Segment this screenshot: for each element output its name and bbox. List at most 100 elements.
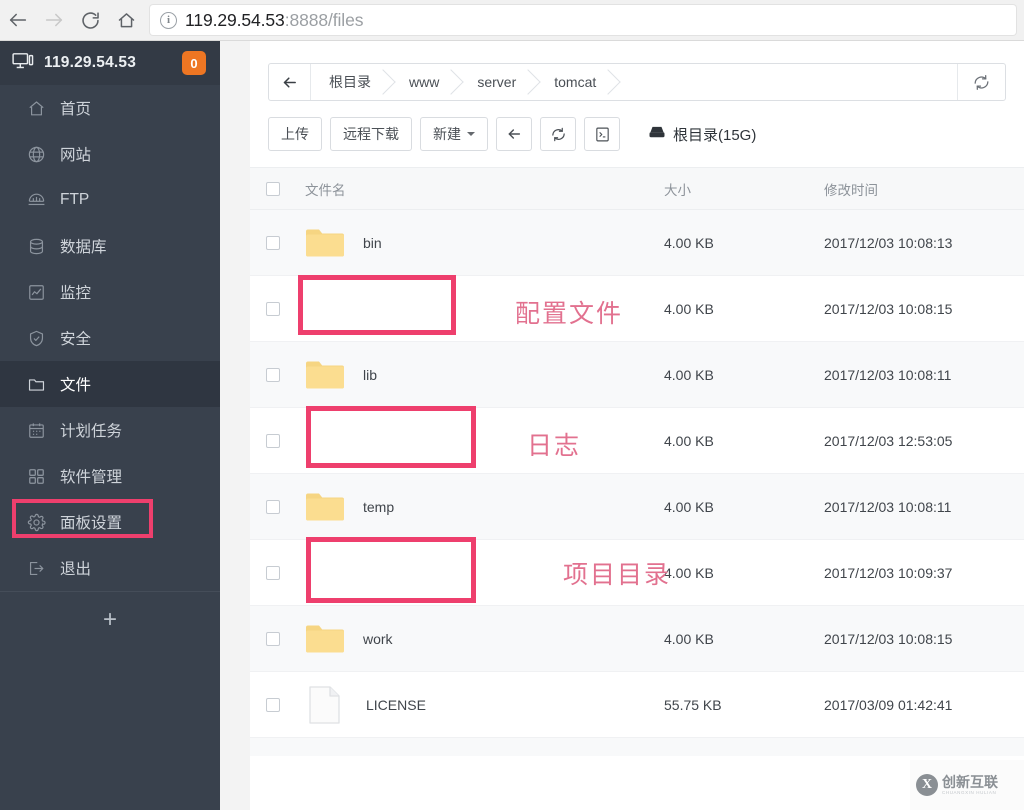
- row-checkbox[interactable]: [266, 697, 280, 712]
- sidebar-item-software[interactable]: 软件管理: [0, 453, 220, 499]
- row-checkbox-cell[interactable]: [250, 631, 296, 646]
- select-all-checkbox-cell[interactable]: [250, 181, 296, 196]
- watermark: X 创新互联 CHUANGXIN HULIAN: [910, 760, 1024, 810]
- row-modified-cell: 2017/03/09 01:42:41: [824, 696, 953, 713]
- sidebar-item-database[interactable]: 数据库: [0, 223, 220, 269]
- sidebar-item-security[interactable]: 安全: [0, 315, 220, 361]
- column-header-size[interactable]: 大小: [664, 179, 824, 199]
- row-name-cell[interactable]: temp: [296, 491, 664, 523]
- row-checkbox[interactable]: [266, 235, 280, 250]
- table-header-row: 文件名 大小 修改时间: [250, 168, 1024, 210]
- row-name-cell[interactable]: work: [296, 623, 664, 655]
- ftp-icon: [26, 190, 46, 210]
- sidebar-item-panel-settings[interactable]: 面板设置: [0, 499, 220, 545]
- breadcrumb-item-www[interactable]: www: [391, 64, 459, 100]
- watermark-text-block: 创新互联 CHUANGXIN HULIAN: [942, 775, 998, 795]
- monitor-chart-icon: [26, 282, 46, 302]
- row-checkbox[interactable]: [266, 433, 280, 448]
- watermark-brand-text: 创新互联: [942, 774, 998, 791]
- file-name-label: work: [363, 630, 393, 647]
- new-button[interactable]: 新建: [420, 117, 488, 151]
- column-header-modified[interactable]: 修改时间: [824, 179, 1024, 199]
- shield-icon: [26, 328, 46, 348]
- breadcrumb-back-button[interactable]: [269, 64, 311, 100]
- row-checkbox[interactable]: [266, 565, 280, 580]
- folder-icon: [305, 359, 345, 391]
- browser-reload-button[interactable]: [72, 2, 108, 38]
- breadcrumb-item-root[interactable]: 根目录: [311, 64, 391, 100]
- browser-back-button[interactable]: [0, 2, 36, 38]
- watermark-logo-icon: X: [916, 774, 938, 796]
- breadcrumb-refresh-icon[interactable]: [957, 64, 1005, 100]
- folder-icon: [305, 227, 345, 259]
- row-modified-cell: 2017/12/03 12:53:05: [824, 432, 953, 449]
- row-size-cell: 55.75 KB: [664, 696, 722, 713]
- url-host-text: 119.29.54.53: [185, 9, 285, 30]
- folder-icon: [26, 374, 46, 394]
- table-row[interactable]: LICENSE 55.75 KB 2017/03/09 01:42:41: [250, 672, 1024, 738]
- row-checkbox-cell[interactable]: [250, 367, 296, 382]
- row-checkbox[interactable]: [266, 499, 280, 514]
- row-checkbox[interactable]: [266, 367, 280, 382]
- row-checkbox-cell[interactable]: [250, 235, 296, 250]
- breadcrumb: 根目录 www server tomcat: [268, 63, 1006, 101]
- column-header-name[interactable]: 文件名: [296, 179, 664, 199]
- terminal-button[interactable]: [584, 117, 620, 151]
- row-checkbox[interactable]: [266, 301, 280, 316]
- database-icon: [26, 236, 46, 256]
- sidebar-item-label: 监控: [60, 285, 92, 302]
- table-row[interactable]: temp 4.00 KB 2017/12/03 10:08:11: [250, 474, 1024, 540]
- logs-highlight-fill: [306, 406, 476, 468]
- row-modified-cell: 2017/12/03 10:08:15: [824, 300, 953, 317]
- sidebar-item-label: 网站: [60, 147, 92, 164]
- toolbar-refresh-button[interactable]: [540, 117, 576, 151]
- sidebar-add-button[interactable]: +: [0, 591, 220, 647]
- breadcrumb-item-tomcat[interactable]: tomcat: [536, 64, 616, 100]
- annotation-webapps: 项目目录: [563, 561, 672, 589]
- sidebar-item-home[interactable]: 首页: [0, 85, 220, 131]
- row-size-cell: 4.00 KB: [664, 300, 714, 317]
- sidebar-item-monitor[interactable]: 监控: [0, 269, 220, 315]
- row-checkbox-cell[interactable]: [250, 433, 296, 448]
- table-row[interactable]: conf 4.00 KB 2017/12/03 10:08:15 配置文件: [250, 275, 1024, 342]
- main-content: 根目录 www server tomcat 上传 远程下载 新建 根目录(15G…: [220, 41, 1024, 810]
- row-checkbox[interactable]: [266, 631, 280, 646]
- table-row[interactable]: lib 4.00 KB 2017/12/03 10:08:11: [250, 342, 1024, 408]
- select-all-checkbox[interactable]: [266, 181, 280, 196]
- sidebar-header: 119.29.54.53 0: [0, 41, 220, 85]
- row-name-cell[interactable]: lib: [296, 359, 664, 391]
- sidebar-item-label: 计划任务: [60, 423, 123, 440]
- row-name-cell[interactable]: bin: [296, 227, 664, 259]
- remote-download-button[interactable]: 远程下载: [330, 117, 412, 151]
- sidebar-item-label: 文件: [60, 377, 92, 394]
- address-bar[interactable]: i 119.29.54.53:8888/files: [150, 5, 1016, 35]
- home-icon: [26, 98, 46, 118]
- browser-forward-button[interactable]: [36, 2, 72, 38]
- sidebar-item-files[interactable]: 文件: [0, 361, 220, 407]
- sidebar-item-ftp[interactable]: FTP: [0, 177, 220, 223]
- browser-home-button[interactable]: [108, 2, 144, 38]
- sidebar-item-cron[interactable]: 计划任务: [0, 407, 220, 453]
- gear-icon: [26, 512, 46, 532]
- sidebar-item-logout[interactable]: 退出: [0, 545, 220, 591]
- disk-usage-label: 根目录(15G): [648, 124, 756, 145]
- table-row[interactable]: logs 4.00 KB 2017/12/03 12:53:05 日志: [250, 406, 1024, 474]
- row-checkbox-cell[interactable]: [250, 565, 296, 580]
- toolbar-back-button[interactable]: [496, 117, 532, 151]
- row-name-cell[interactable]: LICENSE: [296, 685, 664, 725]
- table-row[interactable]: bin 4.00 KB 2017/12/03 10:08:13: [250, 210, 1024, 276]
- breadcrumb-item-server[interactable]: server: [459, 64, 536, 100]
- chevron-down-icon: [467, 132, 475, 136]
- sidebar-menu: 首页 网站 FTP 数据库 监控 安全 文件 计划任务 软件管理 面板设置 退出: [0, 85, 220, 591]
- row-checkbox-cell[interactable]: [250, 697, 296, 712]
- table-row[interactable]: work 4.00 KB 2017/12/03 10:08:15: [250, 606, 1024, 672]
- row-modified-cell: 2017/12/03 10:08:11: [824, 366, 952, 383]
- upload-button[interactable]: 上传: [268, 117, 322, 151]
- sidebar-item-website[interactable]: 网站: [0, 131, 220, 177]
- table-row[interactable]: webapps 4.00 KB 2017/12/03 10:09:37 项目目录: [250, 537, 1024, 606]
- notification-badge[interactable]: 0: [182, 51, 206, 75]
- row-checkbox-cell[interactable]: [250, 499, 296, 514]
- table-row-partial[interactable]: [250, 738, 1024, 756]
- site-info-icon[interactable]: i: [160, 11, 177, 29]
- row-checkbox-cell[interactable]: [250, 301, 296, 316]
